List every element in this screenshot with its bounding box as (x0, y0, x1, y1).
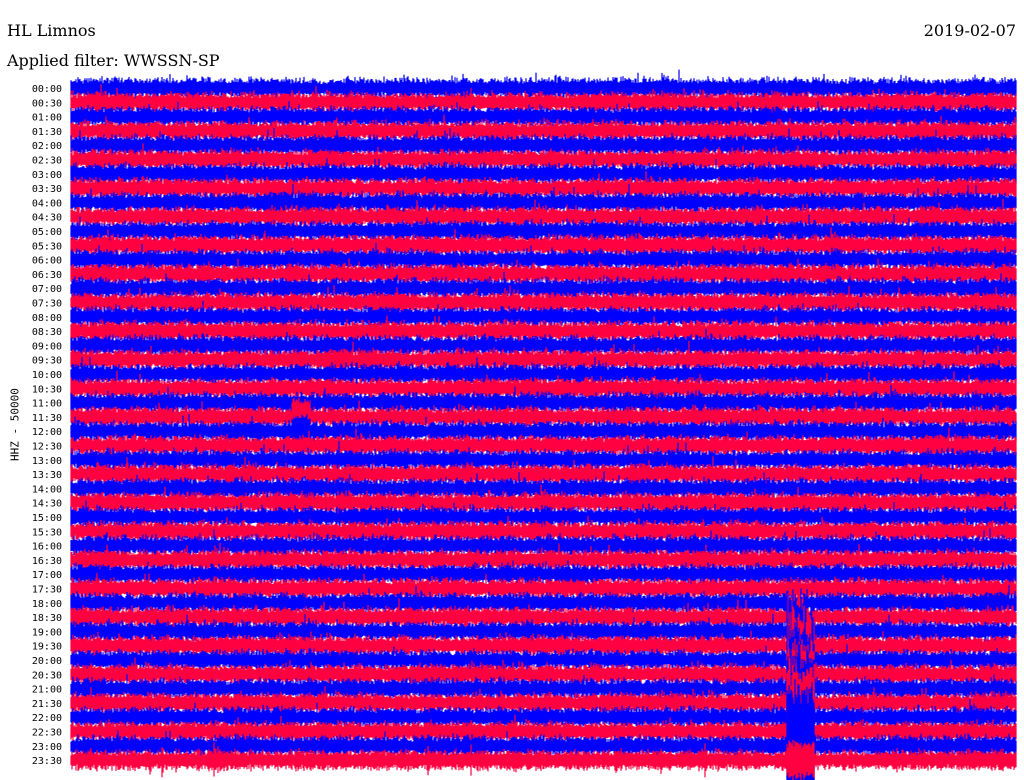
row-time-label: 20:30 (32, 670, 62, 681)
row-time-label: 19:30 (32, 642, 62, 653)
row-time-label: 06:00 (32, 256, 62, 267)
row-time-label: 14:00 (32, 484, 62, 495)
row-time-label: 00:00 (32, 84, 62, 95)
row-time-label: 07:30 (32, 299, 62, 310)
row-time-label: 14:30 (32, 499, 62, 510)
row-time-label: 13:00 (32, 456, 62, 467)
row-time-label: 19:00 (32, 627, 62, 638)
row-time-label: 08:00 (32, 313, 62, 324)
row-time-label: 23:30 (32, 756, 62, 767)
row-time-label: 15:00 (32, 513, 62, 524)
row-time-label: 09:30 (32, 356, 62, 367)
row-time-label: 22:00 (32, 713, 62, 724)
row-time-label: 21:30 (32, 699, 62, 710)
row-time-label: 20:00 (32, 656, 62, 667)
row-time-label: 08:30 (32, 327, 62, 338)
row-time-label: 05:00 (32, 227, 62, 238)
row-time-label: 23:00 (32, 742, 62, 753)
row-time-label: 02:30 (32, 156, 62, 167)
row-time-label: 13:30 (32, 470, 62, 481)
row-time-label: 03:00 (32, 170, 62, 181)
row-time-label: 03:30 (32, 184, 62, 195)
row-time-label: 18:00 (32, 599, 62, 610)
row-time-label: 04:30 (32, 213, 62, 224)
helicorder-plot: 00:00 00:30 01:00 01:30 02:00 02:30 03:00 03:30… (32, 69, 1017, 780)
row-time-label: 17:30 (32, 585, 62, 596)
row-time-label: 12:00 (32, 427, 62, 438)
row-time-label: 01:30 (32, 127, 62, 138)
row-time-label: 12:30 (32, 442, 62, 453)
row-time-label: 07:00 (32, 284, 62, 295)
row-time-label: 01:00 (32, 113, 62, 124)
row-time-label: 00:30 (32, 98, 62, 109)
row-time-label: 17:00 (32, 570, 62, 581)
row-time-label: 09:00 (32, 341, 62, 352)
row-time-label: 05:30 (32, 241, 62, 252)
row-time-label: 11:30 (32, 413, 62, 424)
row-time-label: 16:30 (32, 556, 62, 567)
row-time-label: 21:00 (32, 685, 62, 696)
row-time-label: 04:00 (32, 198, 62, 209)
row-time-label: 22:30 (32, 728, 62, 739)
row-time-label: 15:30 (32, 527, 62, 538)
row-time-label: 10:00 (32, 370, 62, 381)
row-time-label: 16:00 (32, 542, 62, 553)
row-time-label: 11:00 (32, 399, 62, 410)
row-time-label: 02:00 (32, 141, 62, 152)
row-time-label: 10:30 (32, 384, 62, 395)
row-time-label: 18:30 (32, 613, 62, 624)
row-time-label: 06:30 (32, 270, 62, 281)
